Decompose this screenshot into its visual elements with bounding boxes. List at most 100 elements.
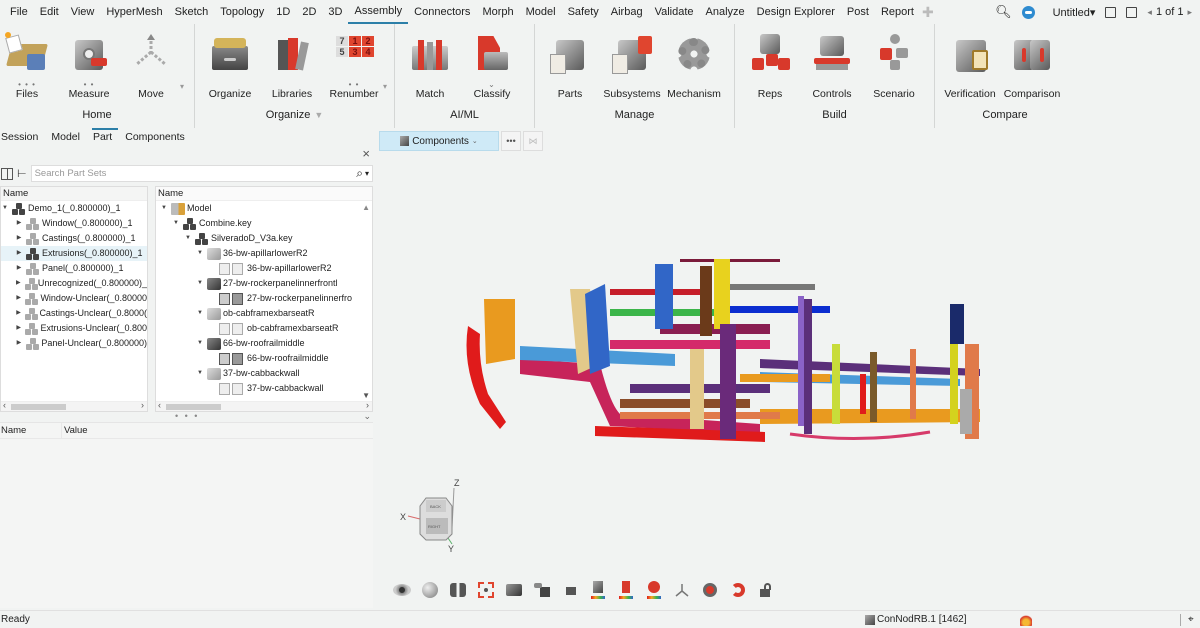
scroll-up-icon[interactable]: ▲: [362, 203, 370, 212]
tree-node[interactable]: ▼ ob-cabframexbarseatR: [156, 306, 372, 321]
collapse-icon[interactable]: ⌄: [363, 411, 371, 422]
menu-2d[interactable]: 2D: [296, 0, 322, 24]
menu-assembly[interactable]: Assembly: [348, 0, 409, 24]
tab-model[interactable]: Model: [50, 130, 86, 146]
entity-selector-dropdown[interactable]: Components ⌄: [379, 131, 499, 151]
dropdown-caret-icon[interactable]: ▾: [180, 82, 184, 91]
flame-icon[interactable]: [1020, 614, 1032, 626]
tree-node[interactable]: 66-bw-roofrailmiddle: [156, 351, 372, 366]
tool-controls[interactable]: Controls: [801, 28, 863, 104]
menu-safety[interactable]: Safety: [562, 0, 605, 24]
tool-subsystems[interactable]: Subsystems: [601, 28, 663, 104]
expand-toggle-icon[interactable]: ▼: [1, 201, 9, 216]
expand-toggle-icon[interactable]: ▶: [15, 261, 23, 276]
menu-view[interactable]: View: [65, 0, 101, 24]
graphics-viewport[interactable]: Components ⌄ ••• ⋈ Z X Y BACK RIGHT: [378, 128, 1200, 608]
menu-edit[interactable]: Edit: [34, 0, 65, 24]
menu-analyze[interactable]: Analyze: [700, 0, 751, 24]
expand-toggle-icon[interactable]: ▼: [184, 231, 192, 246]
view-cube-triad[interactable]: Z X Y BACK RIGHT: [396, 476, 466, 556]
expand-toggle-icon[interactable]: ▶: [15, 231, 23, 246]
column-header-value[interactable]: Value: [62, 423, 88, 438]
menu-design-explorer[interactable]: Design Explorer: [751, 0, 841, 24]
color-by-component-icon[interactable]: [588, 580, 608, 600]
menu-topology[interactable]: Topology: [214, 0, 270, 24]
column-header-name[interactable]: Name: [156, 187, 372, 201]
expand-toggle-icon[interactable]: ▼: [196, 336, 204, 351]
tab-components[interactable]: Components: [124, 130, 191, 146]
tree-node[interactable]: ▶ Castings-Unclear(_0.8000(: [1, 306, 147, 321]
menu-morph[interactable]: Morph: [476, 0, 519, 24]
expand-toggle-icon[interactable]: ▶: [15, 216, 23, 231]
tool-measure[interactable]: • • Measure: [58, 28, 120, 104]
tool-organize[interactable]: Organize: [199, 28, 261, 104]
color-by-results-icon[interactable]: [644, 580, 664, 600]
tree-node[interactable]: ▼ Model: [156, 201, 372, 216]
search-input[interactable]: [34, 168, 357, 179]
tree-node[interactable]: ▼ 66-bw-roofrailmiddle: [156, 336, 372, 351]
more-options-button[interactable]: •••: [501, 131, 521, 151]
globe-icon[interactable]: [420, 580, 440, 600]
tool-files[interactable]: • • • Files: [0, 28, 58, 104]
tab-part[interactable]: Part: [91, 128, 119, 146]
close-panel-icon[interactable]: ×: [362, 146, 370, 161]
expand-toggle-icon[interactable]: ▼: [160, 201, 168, 216]
menu-hypermesh[interactable]: HyperMesh: [100, 0, 168, 24]
tree-node[interactable]: ▶ Castings(_0.800000)_1: [1, 231, 147, 246]
search-part-sets[interactable]: ⌕ ▾: [30, 165, 373, 182]
expand-toggle-icon[interactable]: ▶: [15, 336, 23, 351]
tool-comparison[interactable]: Comparison: [1001, 28, 1063, 104]
column-header-name[interactable]: Name: [0, 423, 62, 438]
tree-node[interactable]: 36-bw-apillarlowerR2: [156, 261, 372, 276]
tool-reps[interactable]: Reps: [739, 28, 801, 104]
tree-node[interactable]: ▶ Extrusions-Unclear(_0.800: [1, 321, 147, 336]
crosshair-icon[interactable]: ⌖: [1188, 611, 1194, 628]
tree-node[interactable]: 27-bw-rockerpanelinnerfro: [156, 291, 372, 306]
cube-arrow-icon[interactable]: [532, 580, 552, 600]
search-icon[interactable]: 🔍︎: [995, 4, 1012, 20]
color-by-thickness-icon[interactable]: [616, 580, 636, 600]
tool-classify[interactable]: ⌄ Classify: [461, 28, 523, 104]
search-icon[interactable]: ⌕: [356, 166, 363, 181]
section-icon[interactable]: [560, 580, 580, 600]
split-view-icon[interactable]: [1, 167, 13, 180]
add-ribbon-icon[interactable]: ✚: [922, 4, 934, 21]
tree-node[interactable]: ▼ 27-bw-rockerpanelinnerfrontl: [156, 276, 372, 291]
zoom-search-icon[interactable]: [700, 580, 720, 600]
expand-toggle-icon[interactable]: ▶: [15, 276, 22, 291]
tree-node-root[interactable]: ▼ Demo_1(_0.800000)_1: [1, 201, 147, 216]
tool-libraries[interactable]: Libraries: [261, 28, 323, 104]
ribbon-group-label[interactable]: Organize ▼: [199, 104, 390, 126]
menu-sketch[interactable]: Sketch: [169, 0, 215, 24]
expand-toggle-icon[interactable]: ▶: [15, 306, 22, 321]
page-add-icon[interactable]: [1126, 6, 1138, 18]
menu-1d[interactable]: 1D: [270, 0, 296, 24]
camera-icon[interactable]: [504, 580, 524, 600]
expand-toggle-icon[interactable]: ▶: [15, 291, 22, 306]
expand-toggle-icon[interactable]: ▼: [172, 216, 180, 231]
tree-node[interactable]: ▼ Combine.key: [156, 216, 372, 231]
binoculars-icon[interactable]: [448, 580, 468, 600]
tool-renumber[interactable]: 7 1 2 5 3 4 • • ▾ Renumber: [323, 28, 387, 104]
tree-node[interactable]: ▶ Window(_0.800000)_1: [1, 216, 147, 231]
column-header-name[interactable]: Name: [1, 187, 147, 201]
tool-parts[interactable]: Parts: [539, 28, 601, 104]
current-component[interactable]: ConNodRB.1 [1462]: [865, 611, 967, 628]
dropdown-caret-icon[interactable]: ▾: [383, 82, 387, 91]
session-dropdown[interactable]: Untitled▾: [1053, 6, 1096, 19]
expand-toggle-icon[interactable]: ▼: [196, 246, 204, 261]
horizontal-scrollbar[interactable]: ‹ ›: [156, 400, 372, 411]
chevron-down-icon[interactable]: ▼: [314, 110, 323, 120]
tool-verification[interactable]: Verification: [939, 28, 1001, 104]
tool-mechanism[interactable]: Mechanism: [663, 28, 725, 104]
menu-airbag[interactable]: Airbag: [605, 0, 649, 24]
tool-scenario[interactable]: Scenario: [863, 28, 925, 104]
horizontal-scrollbar[interactable]: ‹ ›: [1, 400, 147, 411]
expand-toggle-icon[interactable]: ▼: [196, 366, 204, 381]
expand-toggle-icon[interactable]: ▼: [196, 276, 204, 291]
scroll-down-icon[interactable]: ▼: [362, 391, 370, 400]
tree-node[interactable]: ▼ 36-bw-apillarlowerR2: [156, 246, 372, 261]
menu-file[interactable]: File: [4, 0, 34, 24]
tree-node[interactable]: 37-bw-cabbackwall: [156, 381, 372, 396]
menu-model[interactable]: Model: [520, 0, 562, 24]
